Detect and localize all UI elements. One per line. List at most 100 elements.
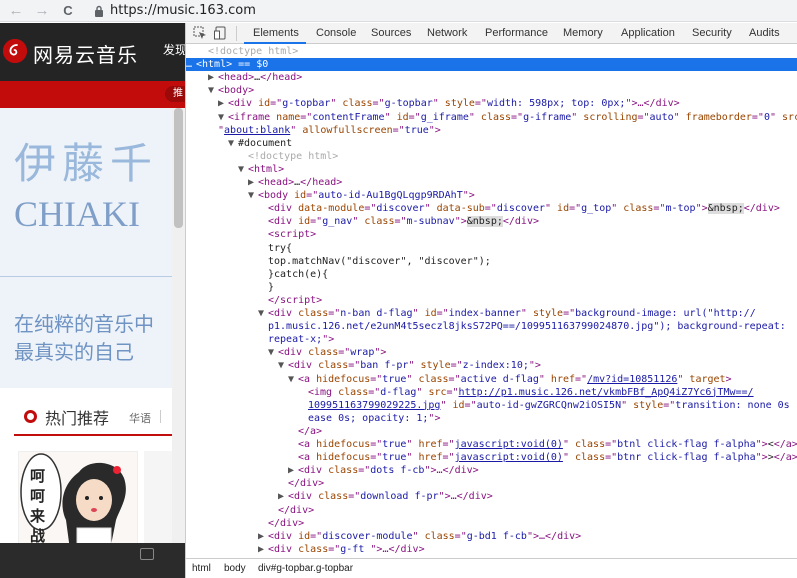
hot-tag-chinese[interactable]: 华语: [129, 410, 151, 426]
dom-node-line[interactable]: <script>: [258, 228, 316, 241]
collapse-arrow-icon[interactable]: ▼: [288, 373, 298, 386]
dom-node-line[interactable]: 109951163799029225.jpg" id="auto-id-gwZG…: [298, 399, 790, 412]
dom-node-text: top.matchNav("discover", "discover");: [268, 255, 491, 267]
dom-node-text: "about:blank" allowfullscreen="true">: [218, 124, 441, 136]
dom-node-line[interactable]: <a hidefocus="true" href="javascript:voi…: [288, 438, 797, 451]
hot-ring-icon: [24, 410, 37, 423]
tab-network[interactable]: Network: [427, 27, 467, 39]
dom-node-line[interactable]: ▼ <div class="wrap">: [268, 346, 386, 359]
tab-audits[interactable]: Audits: [749, 27, 780, 39]
dom-node-line[interactable]: top.matchNav("discover", "discover");: [258, 255, 491, 268]
collapse-arrow-icon[interactable]: ▼: [268, 346, 278, 359]
dom-node-line[interactable]: ▼ <html>: [238, 163, 284, 176]
collapse-arrow-icon[interactable]: ▼: [218, 111, 228, 124]
dom-node-line[interactable]: ease 0s; opacity: 1;">: [298, 412, 440, 425]
collapse-arrow-icon[interactable]: ▼: [238, 163, 248, 176]
dom-node-line[interactable]: ▼ <body>: [208, 84, 254, 97]
breadcrumb-topbar[interactable]: div#g-topbar.g-topbar: [258, 559, 353, 578]
dom-node-line[interactable]: ▼ <iframe name="contentFrame" id="g_ifram…: [218, 111, 797, 124]
lock-icon[interactable]: [92, 1, 106, 21]
dom-node-line[interactable]: ▶ <div class="download f-pr">…</div>: [278, 490, 493, 503]
banner-slogan-line-1: 在纯粹的音乐中: [14, 312, 154, 336]
devtools-panel: Elements Console Sources Network Perform…: [185, 23, 797, 578]
tab-sources[interactable]: Sources: [371, 27, 411, 39]
dom-node-line[interactable]: <!doctype html>: [238, 150, 338, 163]
breadcrumb-body[interactable]: body: [224, 559, 246, 578]
site-topbar: 网易云音乐 发现: [0, 23, 185, 81]
dom-node-line[interactable]: ▼ <body id="auto-id-Au1BgQLqgp9RDAhT">: [248, 189, 475, 202]
dom-node-line[interactable]: try{: [258, 242, 292, 255]
dom-node-line[interactable]: <div id="g_nav" class="m-subnav">&nbsp;<…: [258, 215, 539, 228]
netease-logo-icon[interactable]: [3, 39, 27, 63]
dom-node-line[interactable]: <!doctype html>: [198, 45, 298, 58]
dom-node-line[interactable]: </div>: [278, 477, 324, 490]
site-logo-text[interactable]: 网易云音乐: [33, 39, 138, 68]
expand-arrow-icon[interactable]: ▶: [248, 176, 258, 189]
back-icon[interactable]: ←: [6, 1, 26, 21]
dom-node-line[interactable]: <img class="d-flag" src="http://p1.music…: [298, 386, 754, 399]
expand-arrow-icon[interactable]: ▶: [208, 71, 218, 84]
dom-node-text: <!doctype html>: [208, 46, 299, 57]
dom-node-line[interactable]: ▶ <head>…</head>: [248, 176, 342, 189]
dom-node-line[interactable]: ▼ <div class="ban f-pr" style="z-index:10…: [278, 359, 541, 372]
address-bar[interactable]: https://music.163.com: [110, 3, 256, 18]
page-scrollbar-thumb[interactable]: [174, 108, 183, 228]
tab-memory[interactable]: Memory: [563, 27, 603, 39]
dom-node-line[interactable]: ▶ <div class="g-ft ">…</div>: [258, 543, 425, 556]
dom-node-line[interactable]: ▶ <head>…</head>: [208, 71, 302, 84]
tab-performance[interactable]: Performance: [485, 27, 548, 39]
expand-arrow-icon[interactable]: ▶: [258, 543, 268, 556]
banner-slogan-line-2: 最真实的自己: [14, 340, 134, 364]
dom-node-line[interactable]: p1.music.126.net/e2unM4t5seczl8jksS72PQ=…: [258, 320, 786, 333]
reload-icon[interactable]: C: [58, 1, 78, 21]
dom-node-line[interactable]: repeat-x;">: [258, 333, 334, 346]
dom-node-line[interactable]: <div data-module="discover" data-sub="di…: [258, 202, 780, 215]
tab-elements[interactable]: Elements: [253, 27, 299, 39]
collapse-arrow-icon[interactable]: ▼: [228, 137, 238, 150]
player-lock-icon[interactable]: [140, 548, 154, 560]
index-banner[interactable]: 伊藤千 CHIAKI 在纯粹的音乐中 最真实的自己: [0, 108, 172, 388]
nav-discover-link[interactable]: 发现: [163, 41, 185, 58]
tab-console[interactable]: Console: [316, 27, 356, 39]
expand-arrow-icon[interactable]: ▶: [278, 490, 288, 503]
tab-application[interactable]: Application: [621, 27, 675, 39]
hot-recommend-title[interactable]: 热门推荐: [45, 405, 109, 429]
dom-node-text: }: [268, 281, 275, 293]
dom-node-line[interactable]: ▶ <div id="discover-module" class="g-bd1 …: [258, 530, 581, 543]
tree-indent[interactable]: …: [186, 58, 196, 71]
dom-node-line[interactable]: "about:blank" allowfullscreen="true">: [208, 124, 441, 137]
inspect-element-icon[interactable]: [193, 26, 207, 40]
collapse-arrow-icon[interactable]: ▼: [258, 307, 268, 320]
expand-arrow-icon[interactable]: ▶: [218, 97, 228, 110]
dom-node-line[interactable]: ▼ <a hidefocus="true" class="active d-fla…: [288, 373, 732, 386]
dom-node-text: <body id="auto-id-Au1BgQLqgp9RDAhT">: [258, 190, 475, 202]
dom-node-text: <head>…</head>: [258, 177, 343, 188]
tab-security[interactable]: Security: [692, 27, 732, 39]
subnav-recommend-link[interactable]: 推: [165, 86, 185, 102]
dom-node-line[interactable]: ▶ <div class="dots f-cb">…</div>: [288, 464, 479, 477]
collapse-arrow-icon[interactable]: ▼: [248, 189, 258, 202]
collapse-arrow-icon[interactable]: ▼: [278, 359, 288, 372]
expand-arrow-icon[interactable]: ▶: [258, 530, 268, 543]
forward-icon[interactable]: →: [32, 1, 52, 21]
dom-node-line[interactable]: </script>: [258, 294, 322, 307]
collapse-arrow-icon[interactable]: ▼: [208, 84, 218, 97]
expand-arrow-icon[interactable]: ▶: [288, 464, 298, 477]
dom-node-line[interactable]: </div>: [268, 504, 314, 517]
dom-node-selected[interactable]: … <html> == $0: [186, 58, 797, 72]
dom-node-line[interactable]: <a hidefocus="true" href="javascript:voi…: [288, 451, 797, 464]
dom-node-text: #document: [238, 137, 293, 149]
dom-node-text: }catch(e){: [268, 268, 329, 280]
dom-node-line[interactable]: }catch(e){: [258, 268, 328, 281]
dom-node-line[interactable]: </a>: [288, 425, 322, 438]
dom-node-line[interactable]: ▶ <div id="g-topbar" class="g-topbar" sty…: [218, 97, 680, 110]
dom-node-line[interactable]: </div>: [258, 517, 304, 530]
breadcrumb-html[interactable]: html: [192, 559, 211, 578]
dom-node-text: <a hidefocus="true" href="javascript:voi…: [298, 439, 797, 450]
device-toolbar-icon[interactable]: [214, 26, 228, 40]
dom-node-line[interactable]: ▼ #document: [228, 137, 292, 150]
hot-underline: [14, 434, 172, 436]
dom-node-line[interactable]: }: [258, 281, 274, 294]
dom-node-line[interactable]: ▼ <div class="n-ban d-flag" id="index-ban…: [258, 307, 756, 320]
dom-tree[interactable]: <!doctype html>… <html> == $0 ▶ <head>…</he…: [186, 45, 797, 558]
